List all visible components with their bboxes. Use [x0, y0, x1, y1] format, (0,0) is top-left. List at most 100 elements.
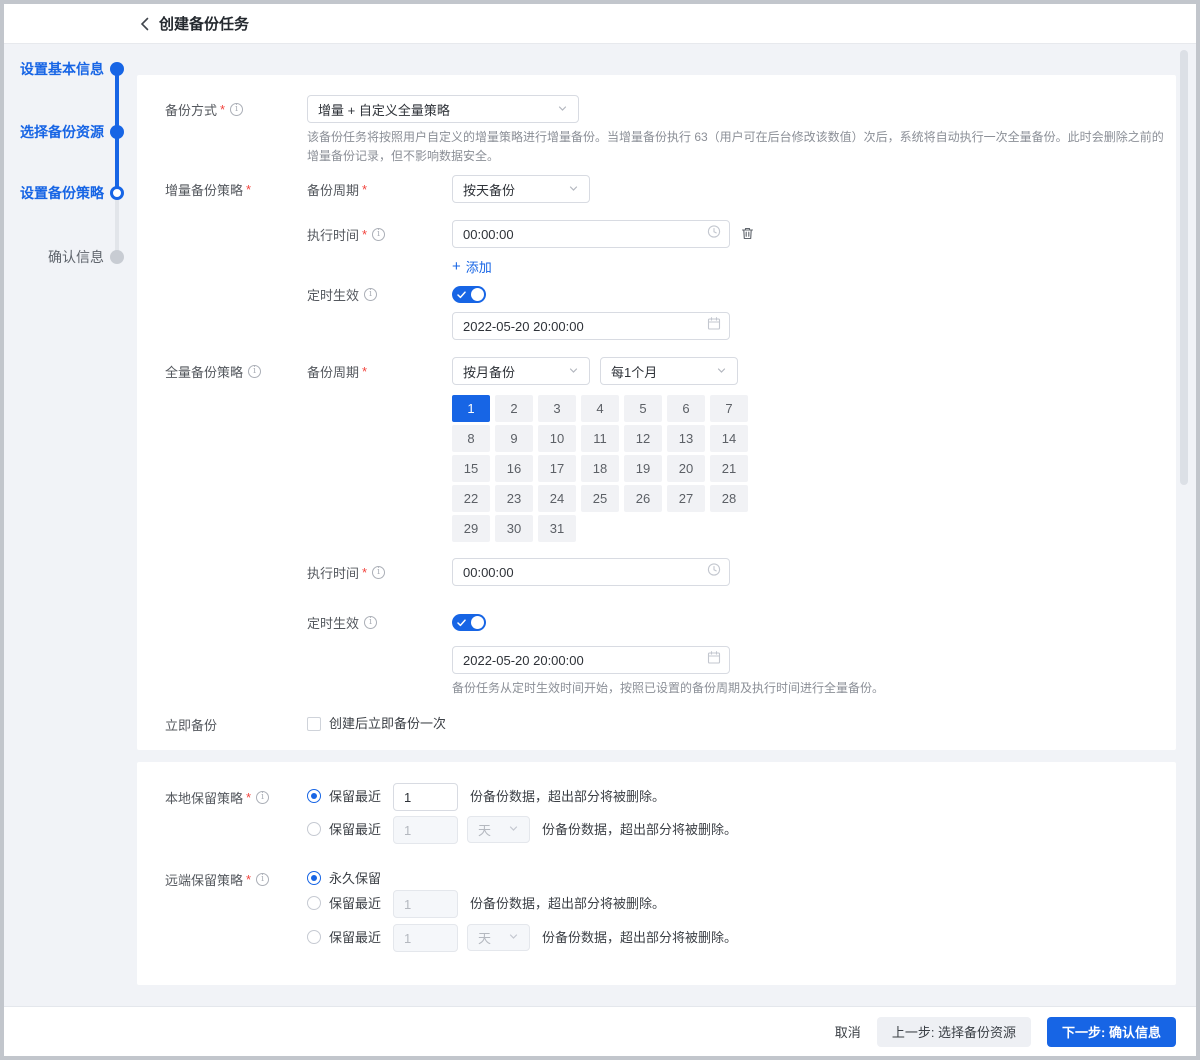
cancel-button[interactable]: 取消 — [835, 1022, 861, 1041]
incremental-date-row — [137, 312, 1176, 340]
day-cell-1[interactable]: 1 — [452, 395, 490, 422]
day-cell-16[interactable]: 16 — [495, 455, 533, 482]
info-icon[interactable]: i — [230, 103, 243, 116]
plus-icon: + — [452, 259, 461, 274]
next-step-button[interactable]: 下一步: 确认信息 — [1047, 1017, 1176, 1047]
step-label: 设置基本信息 — [4, 59, 104, 79]
select-value: 增量 + 自定义全量策略 — [318, 100, 450, 119]
full-cycle-label: 备份周期* — [307, 357, 367, 385]
label-text: 定时生效 — [307, 285, 359, 304]
back-icon[interactable] — [135, 15, 153, 33]
backup-now-checkbox[interactable] — [307, 717, 321, 731]
info-icon[interactable]: i — [372, 228, 385, 241]
day-cell-19[interactable]: 19 — [624, 455, 662, 482]
day-cell-28[interactable]: 28 — [710, 485, 748, 512]
incremental-strategy-label: 增量备份策略* — [165, 175, 251, 203]
full-time-row: 执行时间*i — [137, 558, 1176, 586]
full-time-input[interactable] — [452, 558, 730, 586]
page: 创建备份任务 设置基本信息 选择备份资源 设置备份策略 确认信息 — [4, 4, 1196, 1056]
radio-selected[interactable] — [307, 789, 321, 803]
prev-step-button[interactable]: 上一步: 选择备份资源 — [877, 1017, 1031, 1047]
backup-method-label: 备份方式*i — [165, 95, 243, 123]
radio-unselected[interactable] — [307, 896, 321, 910]
step-dot-filled — [110, 62, 124, 76]
day-cell-15[interactable]: 15 — [452, 455, 490, 482]
incremental-cycle-select[interactable]: 按天备份 — [452, 175, 590, 203]
day-cell-12[interactable]: 12 — [624, 425, 662, 452]
scrollbar-thumb[interactable] — [1180, 50, 1188, 485]
incremental-schedule-row: 定时生效 i — [137, 280, 1176, 308]
day-cell-14[interactable]: 14 — [710, 425, 748, 452]
day-cell-21[interactable]: 21 — [710, 455, 748, 482]
day-cell-3[interactable]: 3 — [538, 395, 576, 422]
day-cell-20[interactable]: 20 — [667, 455, 705, 482]
day-cell-24[interactable]: 24 — [538, 485, 576, 512]
backup-method-select[interactable]: 增量 + 自定义全量策略 — [307, 95, 579, 123]
label-text: 执行时间 — [307, 225, 359, 244]
full-cycle-select[interactable]: 按月备份 — [452, 357, 590, 385]
day-cell-17[interactable]: 17 — [538, 455, 576, 482]
local-retention-count-input[interactable] — [393, 783, 458, 811]
radio-selected[interactable] — [307, 871, 321, 885]
full-date-row — [137, 646, 1176, 674]
required-marker: * — [362, 182, 367, 197]
step-backup-strategy[interactable]: 设置备份策略 — [4, 183, 136, 203]
radio-unselected[interactable] — [307, 822, 321, 836]
chevron-down-icon — [568, 364, 579, 379]
app-frame: 创建备份任务 设置基本信息 选择备份资源 设置备份策略 确认信息 — [0, 0, 1200, 1060]
full-date-field — [452, 646, 730, 674]
required-marker: * — [362, 565, 367, 580]
day-cell-31[interactable]: 31 — [538, 515, 576, 542]
incremental-time-row: 执行时间* i — [137, 220, 1176, 248]
delete-time-button[interactable] — [740, 226, 755, 246]
incremental-schedule-toggle[interactable] — [452, 286, 486, 303]
backup-method-row: 备份方式*i 增量 + 自定义全量策略 — [137, 95, 1176, 123]
step-basic-info[interactable]: 设置基本信息 — [4, 59, 136, 79]
step-dot-pending — [110, 250, 124, 264]
full-schedule-toggle[interactable] — [452, 614, 486, 631]
label-text: 备份周期 — [307, 180, 359, 199]
add-label: 添加 — [466, 257, 492, 276]
day-cell-26[interactable]: 26 — [624, 485, 662, 512]
toggle-knob — [471, 616, 484, 629]
incremental-date-input[interactable] — [452, 312, 730, 340]
remote-retention-option-2: 保留最近 份备份数据，超出部分将被删除。 — [137, 890, 1176, 917]
day-cell-30[interactable]: 30 — [495, 515, 533, 542]
toggle-knob — [471, 288, 484, 301]
day-cell-13[interactable]: 13 — [667, 425, 705, 452]
info-icon[interactable]: i — [248, 365, 261, 378]
radio-unselected[interactable] — [307, 930, 321, 944]
day-cell-25[interactable]: 25 — [581, 485, 619, 512]
day-cell-23[interactable]: 23 — [495, 485, 533, 512]
info-icon[interactable]: i — [364, 616, 377, 629]
info-icon[interactable]: i — [372, 566, 385, 579]
day-cell-5[interactable]: 5 — [624, 395, 662, 422]
full-interval-select[interactable]: 每1个月 — [600, 357, 738, 385]
day-cell-10[interactable]: 10 — [538, 425, 576, 452]
backup-method-description: 该备份任务将按照用户自定义的增量策略进行增量备份。当增量备份执行 63（用户可在… — [307, 128, 1167, 166]
full-date-input[interactable] — [452, 646, 730, 674]
day-cell-6[interactable]: 6 — [667, 395, 705, 422]
day-cell-8[interactable]: 8 — [452, 425, 490, 452]
incremental-cycle-row: 增量备份策略* 备份周期* 按天备份 — [137, 175, 1176, 203]
incremental-time-label: 执行时间* i — [307, 220, 385, 248]
step-select-resource[interactable]: 选择备份资源 — [4, 122, 136, 142]
day-cell-9[interactable]: 9 — [495, 425, 533, 452]
day-grid: 1234567891011121314151617181920212223242… — [452, 395, 748, 542]
day-cell-2[interactable]: 2 — [495, 395, 533, 422]
day-cell-18[interactable]: 18 — [581, 455, 619, 482]
info-icon[interactable]: i — [364, 288, 377, 301]
remote-retention-count-input-disabled — [393, 890, 458, 918]
step-confirm-info[interactable]: 确认信息 — [4, 247, 136, 267]
day-cell-27[interactable]: 27 — [667, 485, 705, 512]
incremental-time-input[interactable] — [452, 220, 730, 248]
remote-retention-count-input-disabled — [393, 924, 458, 952]
day-cell-11[interactable]: 11 — [581, 425, 619, 452]
required-marker: * — [362, 227, 367, 242]
label-text: 备份周期 — [307, 362, 359, 381]
add-time-button[interactable]: + 添加 — [452, 257, 492, 276]
day-cell-4[interactable]: 4 — [581, 395, 619, 422]
day-cell-7[interactable]: 7 — [710, 395, 748, 422]
day-cell-22[interactable]: 22 — [452, 485, 490, 512]
day-cell-29[interactable]: 29 — [452, 515, 490, 542]
